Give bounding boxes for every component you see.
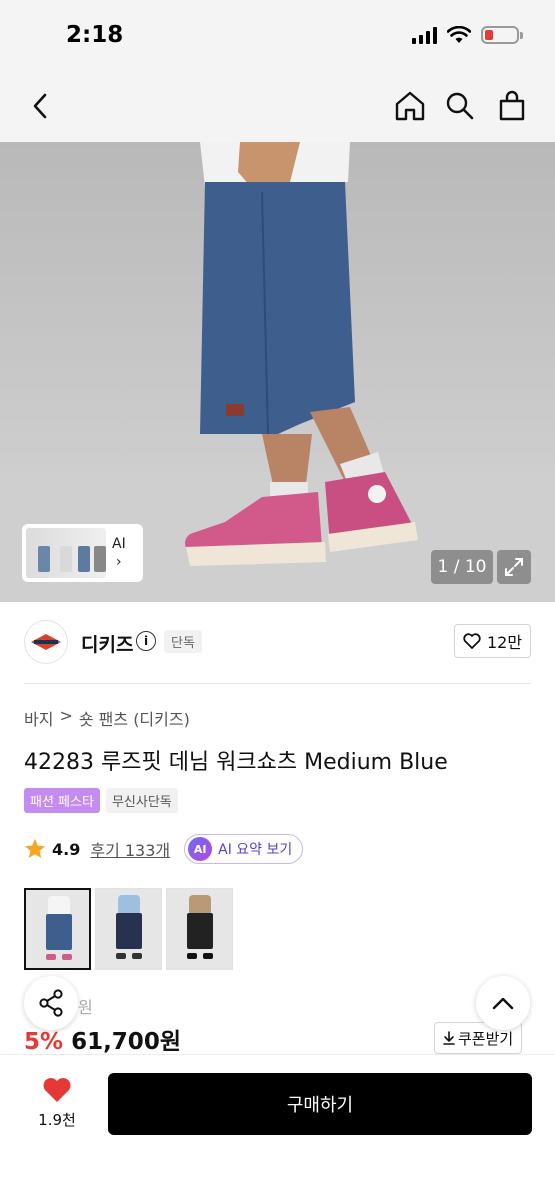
bottom-action-bar: 1.9천 구매하기 <box>0 1054 555 1200</box>
expand-icon <box>505 558 523 576</box>
color-option-black[interactable] <box>166 888 233 970</box>
color-options <box>24 888 233 970</box>
breadcrumb-item[interactable]: 바지 <box>24 706 53 730</box>
status-icons <box>412 26 523 44</box>
breadcrumb-separator: > <box>59 706 73 725</box>
product-badges: 패션 페스타 무신사단독 <box>24 788 178 813</box>
star-icon <box>25 839 45 858</box>
brand-like-button[interactable]: 12만 <box>454 624 531 658</box>
breadcrumb-item[interactable]: 숏 팬츠 (디키즈) <box>79 706 190 730</box>
dickies-logo-icon <box>31 634 61 650</box>
shopping-bag-icon <box>499 90 525 121</box>
review-link[interactable]: 후기 133개 <box>90 837 170 861</box>
brand-row: 디키즈 i 단독 12만 <box>24 602 531 684</box>
rating-row: 4.9 후기 133개 AI AI 요약 보기 <box>24 834 304 864</box>
wishlist-count: 1.9천 <box>38 1111 76 1129</box>
color-option-medium-blue[interactable] <box>24 888 91 970</box>
festa-badge: 패션 페스타 <box>24 788 100 813</box>
share-button[interactable] <box>24 976 78 1030</box>
brand-logo[interactable] <box>24 620 68 664</box>
ai-lookbook-label: AI <box>112 536 126 552</box>
chevron-right-icon: › <box>116 554 122 570</box>
image-page-indicator: 1 / 10 <box>431 550 493 584</box>
brand-like-count: 12만 <box>486 633 523 652</box>
signal-icon <box>412 26 437 44</box>
ai-summary-button[interactable]: AI AI 요약 보기 <box>184 834 304 864</box>
rating-value: 4.9 <box>52 839 81 859</box>
back-arrow-icon <box>33 93 47 119</box>
battery-icon <box>481 26 523 44</box>
ai-lookbook-thumbnail <box>26 528 106 578</box>
brand-exclusive-tag: 단독 <box>164 630 202 653</box>
buy-button[interactable]: 구매하기 <box>108 1073 532 1135</box>
wifi-icon <box>447 26 471 43</box>
sale-price: 61,700원 <box>71 1029 181 1055</box>
product-title: 42283 루즈핏 데님 워크쇼츠 Medium Blue <box>24 750 448 775</box>
chevron-up-icon <box>492 997 514 1010</box>
ai-lookbook-button[interactable]: AI › <box>22 524 143 582</box>
scroll-top-button[interactable] <box>476 976 530 1030</box>
back-button[interactable] <box>20 86 60 126</box>
download-icon <box>443 1031 455 1045</box>
discount-rate: 5% <box>24 1029 64 1055</box>
ai-badge-icon: AI <box>188 837 213 861</box>
status-bar: 2:18 <box>0 0 555 70</box>
home-button[interactable] <box>390 86 430 126</box>
original-price: 원 <box>78 998 93 1017</box>
heart-filled-icon <box>43 1078 71 1102</box>
exclusive-badge: 무신사단독 <box>105 788 178 813</box>
expand-image-button[interactable] <box>497 550 531 584</box>
color-option-navy[interactable] <box>95 888 162 970</box>
nav-bar <box>0 70 555 142</box>
brand-info-icon[interactable]: i <box>136 631 156 651</box>
wishlist-button[interactable]: 1.9천 <box>30 1077 84 1130</box>
ai-summary-label: AI 요약 보기 <box>218 842 293 858</box>
cart-button[interactable] <box>492 86 532 126</box>
product-image-carousel[interactable]: AI › 1 / 10 <box>0 142 555 602</box>
share-icon <box>39 989 63 1017</box>
breadcrumb: 바지 > 숏 팬츠 (디키즈) <box>24 706 190 730</box>
heart-outline-icon <box>463 633 481 649</box>
coupon-label: 쿠폰받기 <box>458 1029 514 1048</box>
status-time: 2:18 <box>66 22 124 48</box>
home-icon <box>395 91 425 121</box>
search-icon <box>446 92 474 120</box>
brand-name[interactable]: 디키즈 <box>81 630 133 657</box>
search-button[interactable] <box>440 86 480 126</box>
